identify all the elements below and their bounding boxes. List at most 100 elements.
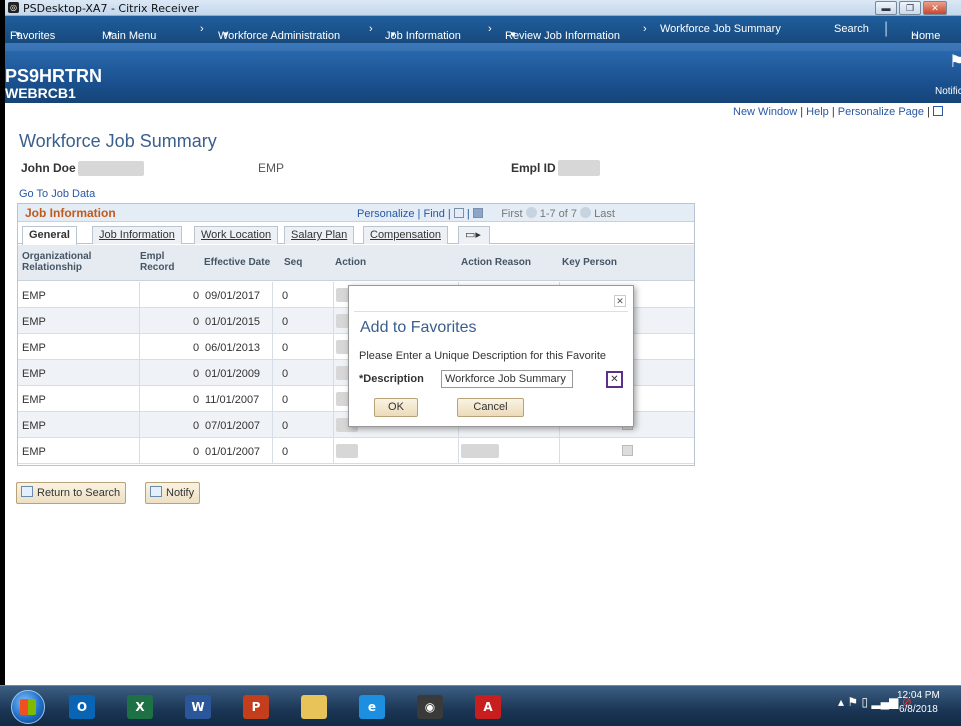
cell-org-relationship: EMP — [22, 394, 46, 406]
tab-compensation[interactable]: Compensation — [363, 226, 448, 244]
cell-effective-date: 07/01/2007 — [205, 420, 261, 432]
col-key-person[interactable]: Key Person — [562, 257, 617, 268]
nav-divider: | — [884, 20, 889, 37]
taskbar-clock[interactable]: 12:04 PM 6/8/2018 — [897, 689, 940, 717]
breadcrumb-sep: › — [369, 23, 373, 35]
taskbar-app-button[interactable]: X — [112, 690, 168, 724]
cell-empl-record: 0 — [193, 368, 200, 380]
grid-navigation: Personalize | Find | | First 1-7 of 7 La… — [357, 207, 615, 220]
redacted-name — [78, 161, 144, 176]
show-all-columns-icon[interactable]: ▭▸ — [458, 226, 490, 244]
restore-button[interactable]: ❐ — [899, 1, 921, 15]
col-effective-date[interactable]: Effective Date — [204, 257, 270, 268]
start-button[interactable] — [11, 690, 45, 724]
tab-general[interactable]: General — [22, 226, 77, 245]
notify-button[interactable]: Notify — [145, 482, 201, 504]
grid-header: Job Information Personalize | Find | | F… — [18, 204, 694, 222]
grid-first: First — [501, 208, 523, 220]
cell-org-relationship: EMP — [22, 420, 46, 432]
tab-job-information[interactable]: Job Information — [92, 226, 182, 244]
help-link[interactable]: Help — [806, 106, 829, 118]
power-icon[interactable]: ▯ — [861, 695, 868, 709]
window-titlebar: ◎ PSDesktop-XA7 - Citrix Receiver ▬ ❐ ✕ — [5, 0, 961, 16]
grid-personalize-link[interactable]: Personalize — [357, 208, 414, 220]
next-icon[interactable] — [580, 207, 592, 218]
excel-icon: X — [127, 695, 153, 719]
breadcrumb-sep: › — [643, 23, 647, 35]
cell-seq: 0 — [282, 290, 289, 302]
dialog-close-icon[interactable]: ✕ — [614, 295, 626, 307]
return-search-icon — [21, 486, 33, 497]
tab-salary-plan[interactable]: Salary Plan — [284, 226, 355, 244]
cancel-button[interactable]: Cancel — [457, 398, 524, 417]
return-to-search-button[interactable]: Return to Search — [16, 482, 127, 504]
column-headers: Organizational Relationship Empl Record … — [18, 245, 694, 281]
cell-effective-date: 06/01/2013 — [205, 342, 261, 354]
taskbar-app-button[interactable]: A — [460, 690, 516, 724]
taskbar-app-button[interactable]: W — [170, 690, 226, 724]
grid-find-link[interactable]: Find — [423, 208, 444, 220]
search-link[interactable]: Search — [834, 23, 869, 35]
internet-explorer-icon: e — [359, 695, 385, 719]
col-seq[interactable]: Seq — [284, 257, 302, 268]
cell-effective-date: 11/01/2007 — [205, 394, 260, 406]
go-to-job-data-link[interactable]: Go To Job Data — [19, 188, 95, 200]
download-grid-icon[interactable] — [472, 208, 483, 218]
notification-flag-icon[interactable]: ⚑ — [949, 52, 961, 72]
cell-seq: 0 — [282, 394, 289, 406]
cell-org-relationship: EMP — [22, 290, 46, 302]
description-label: *Description — [359, 373, 424, 385]
taskbar-app-button[interactable]: O — [54, 690, 110, 724]
grid-last: Last — [594, 208, 615, 220]
view-all-icon[interactable] — [453, 208, 464, 218]
system-name: PS9HRTRN — [5, 66, 103, 86]
show-hidden-icons[interactable]: ▴ — [838, 695, 844, 709]
redacted-action-reason — [461, 444, 499, 458]
dialog-prompt: Please Enter a Unique Description for th… — [359, 350, 607, 362]
cell-empl-record: 0 — [193, 290, 200, 302]
windows-taskbar: O X W Pe ◉ A — [0, 685, 961, 726]
clock-time: 12:04 PM — [897, 690, 940, 701]
taskbar-app-button[interactable]: e — [344, 690, 400, 724]
acrobat-icon: A — [475, 695, 501, 719]
close-button[interactable]: ✕ — [923, 1, 947, 15]
page-options-icon[interactable] — [932, 106, 943, 116]
employee-name: John Doe — [21, 161, 76, 175]
employee-class: EMP — [258, 161, 285, 175]
grid-title: Job Information — [25, 206, 116, 220]
new-window-link[interactable]: New Window — [733, 106, 797, 118]
breadcrumb-sep: › — [200, 23, 204, 35]
signal-icon[interactable]: ▂▄▆ — [871, 695, 898, 709]
col-action[interactable]: Action — [335, 257, 366, 268]
tab-work-location[interactable]: Work Location — [194, 226, 279, 244]
chevron-down-icon: ▼ — [14, 30, 22, 39]
clear-field-icon[interactable]: ✕ — [606, 371, 623, 388]
taskbar-app-button[interactable]: ◉ — [402, 690, 458, 724]
ok-button[interactable]: OK — [374, 398, 418, 417]
redacted-empl-id — [558, 160, 600, 176]
add-to-favorites-dialog: ✕ Add to Favorites Please Enter a Unique… — [348, 285, 634, 427]
cell-org-relationship: EMP — [22, 342, 46, 354]
personalize-page-link[interactable]: Personalize Page — [838, 106, 924, 118]
taskbar-app-button[interactable]: P — [228, 690, 284, 724]
chevron-down-icon: ▼ — [389, 30, 397, 39]
cell-seq: 0 — [282, 342, 289, 354]
cell-effective-date: 01/01/2009 — [205, 368, 261, 380]
cell-effective-date: 01/01/2007 — [205, 446, 261, 458]
description-input[interactable] — [441, 370, 573, 388]
instance-name: WEBRCB1 — [5, 85, 76, 101]
powerpoint-icon: P — [243, 695, 269, 719]
minimize-button[interactable]: ▬ — [875, 1, 897, 15]
key-person-checkbox[interactable] — [622, 445, 633, 456]
action-center-flag-icon[interactable]: ⚑ — [847, 695, 858, 709]
previous-icon[interactable] — [525, 207, 537, 218]
cell-empl-record: 0 — [193, 446, 200, 458]
col-action-reason[interactable]: Action Reason — [461, 257, 531, 268]
cell-org-relationship: EMP — [22, 316, 46, 328]
notifications-link[interactable]: Notific — [935, 86, 961, 97]
taskbar-app-button[interactable] — [286, 690, 342, 724]
chevron-down-icon: ▼ — [106, 30, 114, 39]
redacted-action — [336, 444, 358, 458]
citrix-receiver-icon: ◉ — [417, 695, 443, 719]
dialog-title: Add to Favorites — [360, 319, 477, 336]
